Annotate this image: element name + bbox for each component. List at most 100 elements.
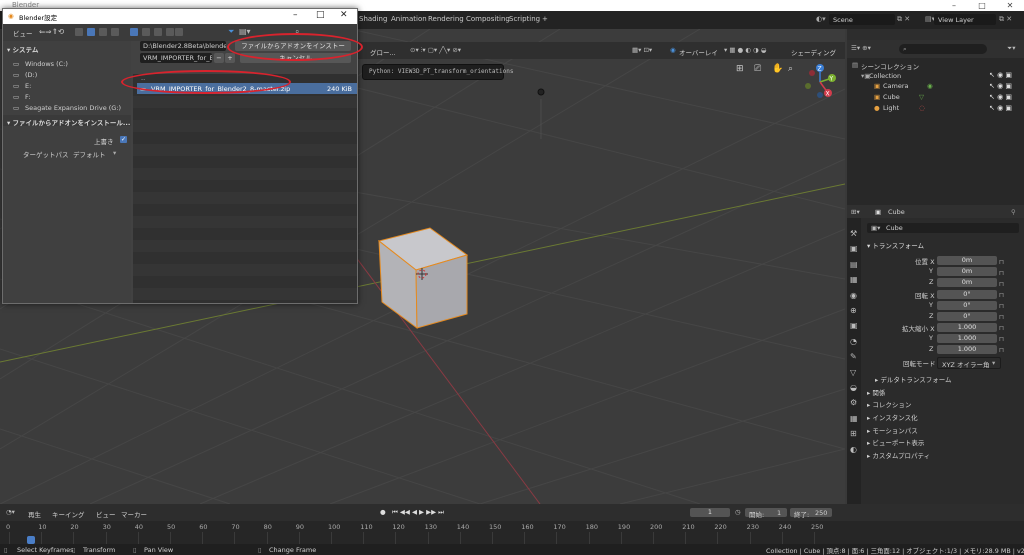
filename-field[interactable]: VRM_IMPORTER_for_Bl...: [140, 53, 212, 63]
outliner-item-light[interactable]: Light: [883, 104, 899, 112]
display-list-icon[interactable]: [99, 28, 107, 36]
start-frame-field[interactable]: 開始: 1: [745, 508, 787, 519]
hidden-files-icon[interactable]: [175, 28, 183, 36]
prefs-view-menu[interactable]: ビュー: [13, 28, 33, 38]
timeline-menu-keying[interactable]: キーイング: [52, 509, 85, 519]
properties-tab-icons[interactable]: ⚒ ▣ ▤ ▦ ◉ ⊕ ▣ ◔ ✎ ▽ ◒ ⚙ ▦ ⊞ ◐: [850, 226, 858, 457]
playback-controls-icon[interactable]: ⏮ ◀◀ ◀ ▶ ▶▶ ⏭: [392, 508, 444, 517]
visibility-icon[interactable]: ▦▾ ⊡▾: [632, 46, 652, 54]
pan-hand-icon[interactable]: ✋: [772, 64, 783, 74]
rotation-x-field[interactable]: 0°: [937, 290, 997, 299]
section-viewport-display[interactable]: ▸ ビューポート表示: [867, 437, 924, 447]
rotation-mode-select[interactable]: XYZ オイラー角 ▾: [937, 357, 1001, 369]
rotation-y-field[interactable]: 0°: [937, 301, 997, 310]
section-relations[interactable]: ▸ 関係: [867, 387, 885, 397]
file-list[interactable]: .. ▭ VRM_IMPORTER_for_Blender2_8-master.…: [133, 74, 357, 303]
filter-type-icon[interactable]: ▤▾: [239, 27, 251, 36]
overlay-icon[interactable]: ◉: [670, 46, 676, 54]
outliner[interactable]: ☰▾ ⊕▾ ⌕ ⏷▾ シーンコレクション Collection Camera C…: [847, 40, 1024, 205]
close-icon[interactable]: ✕: [996, 0, 1024, 11]
drive-item-g[interactable]: Seagate Expansion Drive (G:): [25, 104, 121, 112]
tab-shading[interactable]: Shading: [359, 15, 387, 23]
transform-panel-header[interactable]: ▾ トランスフォーム: [867, 240, 924, 250]
install-section-header[interactable]: ▾ ファイルからアドオンをインストール...: [7, 117, 130, 127]
scene-selector[interactable]: Scene: [829, 14, 895, 25]
location-y-field[interactable]: 0m: [937, 267, 997, 276]
properties-type-icon[interactable]: ⊞▾: [851, 208, 860, 216]
drive-item-d[interactable]: (D:): [25, 71, 37, 79]
filter-icon[interactable]: ⏷▾: [1007, 44, 1015, 53]
lock-icon[interactable]: ⊓ ⊓ ⊓ ⊓ ⊓ ⊓ ⊓ ⊓ ⊓: [999, 257, 1004, 356]
tab-scripting[interactable]: Scripting: [509, 15, 540, 23]
sort-ext-icon[interactable]: [142, 28, 150, 36]
display-grid-icon[interactable]: [111, 28, 119, 36]
overlay-dropdown[interactable]: オーバーレイ: [679, 47, 718, 57]
collection-label[interactable]: Collection: [869, 72, 901, 80]
display-thumbnails-icon[interactable]: [87, 28, 95, 36]
tab-rendering[interactable]: Rendering: [428, 15, 464, 23]
pivot-icon[interactable]: ⊙▾ ⫶▾ ▢▾ ╱╲▾ ⊘▾: [410, 46, 461, 55]
sort-size-icon[interactable]: [166, 28, 174, 36]
clock-icon[interactable]: ◷: [735, 508, 741, 516]
editor-type-icon[interactable]: ☰▾ ⊕▾: [851, 44, 871, 52]
record-icon[interactable]: ●: [380, 508, 386, 516]
drive-item-e[interactable]: E:: [25, 82, 31, 90]
visibility-toggle-icon[interactable]: ↖ ◉ ▣: [989, 93, 1012, 101]
timeline-menu-marker[interactable]: マーカー: [121, 509, 147, 519]
overwrite-checkbox[interactable]: ✓: [120, 136, 127, 143]
outliner-item-cube[interactable]: Cube: [883, 93, 900, 101]
visibility-toggle-icon[interactable]: ↖ ◉ ▣: [989, 71, 1012, 79]
properties-editor[interactable]: ⊞▾ ▣ Cube ⚲ ▣▾ Cube ▾ トランスフォーム 位置 X Y Z …: [847, 205, 1024, 504]
nav-arrows-icon[interactable]: ⇐⇒⇑⟲: [39, 27, 64, 36]
location-z-field[interactable]: 0m: [937, 278, 997, 287]
delta-transform-header[interactable]: ▸ デルタトランスフォーム: [875, 374, 952, 384]
path-field[interactable]: D:\Blender2.8Beta\blender-2.80: [140, 41, 226, 51]
end-frame-field[interactable]: 終了: 250: [790, 508, 832, 519]
decrement-button[interactable]: −: [214, 53, 224, 63]
location-x-field[interactable]: 0m: [937, 256, 997, 265]
visibility-toggle-icon[interactable]: ↖ ◉ ▣: [989, 82, 1012, 90]
prefs-minimize-icon[interactable]: –: [293, 10, 298, 20]
sort-alpha-icon[interactable]: [130, 28, 138, 36]
increment-button[interactable]: +: [225, 53, 235, 63]
prefs-maximize-icon[interactable]: □: [316, 10, 325, 20]
transform-orientation[interactable]: グロー...: [370, 47, 396, 57]
frame-ruler[interactable]: 0 10 20 30 40 50 60 70 80 90 100 110 120 130 140 150 160…: [0, 521, 845, 544]
zoom-icon[interactable]: ⌕: [788, 64, 793, 74]
new-folder-icon[interactable]: [75, 28, 83, 36]
scale-x-field[interactable]: 1.000: [937, 323, 997, 332]
scene-collection-label[interactable]: シーンコレクション: [861, 61, 919, 71]
timeline-editor-icon[interactable]: ◔▾: [6, 508, 15, 516]
visibility-toggle-icon[interactable]: ↖ ◉ ▣: [989, 104, 1012, 112]
drive-item-c[interactable]: Windows (C:): [25, 60, 68, 68]
section-instancing[interactable]: ▸ インスタンス化: [867, 412, 918, 422]
axis-gizmo[interactable]: Z Y X: [800, 62, 840, 102]
camera-icon[interactable]: ⎚: [754, 64, 761, 74]
view-layer-copy-icon[interactable]: ⧉ ✕: [999, 15, 1012, 24]
outliner-item-camera[interactable]: Camera: [883, 82, 909, 90]
drive-item-f[interactable]: F:: [25, 93, 30, 101]
section-custom-properties[interactable]: ▸ カスタムプロパティ: [867, 450, 930, 460]
xray-icon[interactable]: ▾ ▦ ● ◐ ◑ ◒: [724, 46, 766, 54]
object-name-field[interactable]: ▣▾ Cube: [867, 223, 1019, 233]
scene-copy-icon[interactable]: ⧉ ✕: [897, 15, 910, 24]
minimize-icon[interactable]: –: [940, 0, 968, 11]
rotation-z-field[interactable]: 0°: [937, 312, 997, 321]
view-layer-selector[interactable]: View Layer: [934, 14, 996, 25]
add-workspace-button[interactable]: +: [542, 15, 548, 23]
sort-time-icon[interactable]: [154, 28, 162, 36]
system-section-header[interactable]: ▾ システム: [7, 44, 38, 54]
tab-animation[interactable]: Animation: [391, 15, 427, 23]
scale-y-field[interactable]: 1.000: [937, 334, 997, 343]
timeline-menu-view[interactable]: ビュー: [96, 509, 116, 519]
current-frame-field[interactable]: 1: [690, 508, 730, 517]
timeline-menu-playback[interactable]: 再生: [28, 509, 41, 519]
timeline[interactable]: ◔▾ 再生 キーイング ビュー マーカー ● ⏮ ◀◀ ◀ ▶ ▶▶ ⏭ 1 ◷…: [0, 504, 1024, 544]
tab-compositing[interactable]: Compositing: [466, 15, 510, 23]
outliner-search-input[interactable]: ⌕: [899, 44, 987, 54]
scale-z-field[interactable]: 1.000: [937, 345, 997, 354]
section-collections[interactable]: ▸ コレクション: [867, 399, 911, 409]
maximize-icon[interactable]: □: [968, 0, 996, 11]
target-path-select[interactable]: デフォルト ▾: [69, 147, 121, 159]
shading-dropdown[interactable]: シェーディング: [791, 47, 836, 57]
